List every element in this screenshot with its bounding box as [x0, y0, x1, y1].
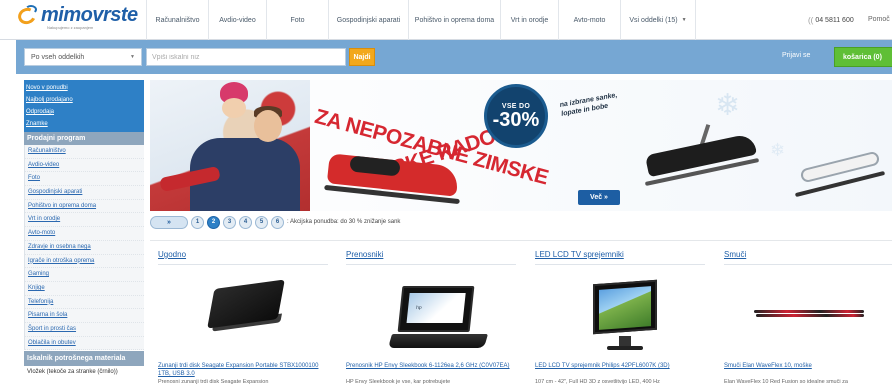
nav-all-departments[interactable]: Vsi oddelki (15) ▼ — [620, 0, 696, 40]
tv-image — [587, 276, 663, 356]
search-button[interactable]: Najdi — [349, 48, 375, 66]
cart-button[interactable]: košarica (0) — [834, 47, 892, 67]
snowflake-icon: ❄ — [715, 89, 741, 122]
sidebar-item[interactable]: Pisarna in šola — [25, 309, 144, 323]
chevron-down-icon: ▼ — [681, 17, 687, 23]
search-input[interactable] — [146, 48, 346, 66]
product-card: Prenosniki hp Prenosnik HP Envy Sleekboo… — [338, 246, 516, 388]
phone-icon: (( — [808, 16, 814, 25]
phone-number: (( 04 5811 600 — [808, 16, 854, 25]
logo-mark-icon — [15, 5, 40, 27]
product-name-link[interactable]: Zunanji trdi disk Seagate Expansion Port… — [158, 362, 326, 378]
product-description: Elan WaveFlex 10 Red Fusion so idealne s… — [724, 379, 848, 385]
nav-avdio-video[interactable]: Avdio-video — [208, 0, 266, 40]
sidebar-promo-new[interactable]: Novo v ponudbi — [24, 82, 144, 94]
slider-dot[interactable]: 5 — [255, 215, 268, 229]
nav-vrt-in-orodje[interactable]: Vrt in orodje — [500, 0, 558, 40]
black-sled-image — [642, 120, 762, 187]
logo-name: mimovrste — [41, 4, 138, 26]
sale-note: na izbrane sanke, lopate in bobe — [559, 91, 618, 118]
product-card: Smuči Smuči Elan WaveFlex 10, moške Elan… — [716, 246, 892, 388]
login-link[interactable]: Prijavi se — [782, 52, 810, 59]
logo-tagline: Nakupujemo z zaupanjem — [47, 25, 94, 30]
sidebar-promo-bestsellers[interactable]: Najbolj prodajano — [24, 94, 144, 106]
skis-image — [754, 310, 864, 320]
sidebar-category-list: Računalništvo Avdio-video Foto Gospodinj… — [24, 145, 144, 351]
snowflake-icon: ❄ — [770, 140, 786, 160]
top-header: mimovrste Nakupujemo z zaupanjem Računal… — [0, 0, 892, 40]
red-sled-image — [318, 152, 468, 205]
sidebar-item[interactable]: Gaming — [25, 268, 144, 282]
sidebar-item[interactable]: Foto — [25, 172, 144, 187]
nav-pohistvo[interactable]: Pohištvo in oprema doma — [408, 0, 500, 40]
chevron-down-icon: ▼ — [130, 54, 135, 60]
product-category-link[interactable]: Prenosniki — [346, 250, 383, 259]
product-image[interactable] — [535, 270, 705, 360]
banner-more-button[interactable]: Več » — [578, 190, 620, 205]
product-description: HP Envy Sleekbook je vse, kar potrebujet… — [346, 379, 451, 385]
slider-controls: » 1 2 3 4 5 6 : Akcijska ponudba: do 30 … — [150, 214, 892, 230]
slider-dot[interactable]: 3 — [223, 215, 236, 229]
sidebar-item[interactable]: Avdio-video — [25, 159, 144, 173]
hard-drive-image — [206, 279, 286, 336]
slider-dot[interactable]: 4 — [239, 215, 252, 229]
sidebar-promo: Novo v ponudbi Najbolj prodajano Odproda… — [24, 80, 144, 132]
sidebar-item[interactable]: Gospodinjski aparati — [25, 186, 144, 200]
product-category-link[interactable]: LED LCD TV sprejemniki — [535, 250, 624, 259]
product-card: LED LCD TV sprejemniki LED LCD TV spreje… — [527, 246, 705, 388]
category-select[interactable]: Po vseh oddelkih ▼ — [24, 48, 142, 66]
sidebar-item[interactable]: Vrt in orodje — [25, 213, 144, 228]
laptop-image: hp — [387, 286, 489, 358]
sidebar-item[interactable]: Zdravje in osebna nega — [25, 241, 144, 255]
white-sled-image — [790, 146, 890, 198]
product-name-link[interactable]: LED LCD TV sprejemnik Philips 42PFL6007K… — [535, 362, 703, 370]
product-description: Prenosni zunanji trdi disk Seagate Expan… — [158, 379, 269, 385]
product-description: 107 cm - 42", Full HD 3D z osvetlitvijo … — [535, 379, 660, 385]
slider-dot[interactable]: 1 — [191, 215, 204, 229]
sidebar-consumables-title: Iskalnik potrošnega materiala — [24, 351, 144, 367]
product-category-link[interactable]: Ugodno — [158, 250, 186, 259]
slider-caption: : Akcijska ponudba: do 30 % znižanje san… — [287, 219, 401, 225]
nav-racunalnistvo[interactable]: Računalništvo — [146, 0, 208, 40]
slider-dot[interactable]: 2 — [207, 215, 220, 229]
sidebar-item[interactable]: Računalništvo — [25, 145, 144, 159]
sidebar-item[interactable]: Pohištvo in oprema doma — [25, 200, 144, 214]
product-name-link[interactable]: Smuči Elan WaveFlex 10, moške — [724, 362, 892, 370]
sidebar-promo-clearance[interactable]: Odprodaja — [24, 106, 144, 118]
product-category-link[interactable]: Smuči — [724, 250, 746, 259]
product-image[interactable] — [158, 270, 328, 360]
sale-badge: VSE DO -30% — [484, 84, 548, 148]
site-logo[interactable]: mimovrste Nakupujemo z zaupanjem — [15, 4, 138, 33]
sidebar-consumables-item[interactable]: Vložek (tekoče za stranke (črnilo)) — [24, 366, 144, 378]
slider-next-button[interactable]: » — [150, 215, 188, 229]
product-name-link[interactable]: Prenosnik HP Envy Sleekbook 6-1126ea 2,6… — [346, 362, 514, 370]
sidebar-item[interactable]: Avto-moto — [25, 227, 144, 241]
sidebar-item[interactable]: Knjige — [25, 282, 144, 296]
nav-gospodinjski-aparati[interactable]: Gospodinjski aparati — [328, 0, 408, 40]
sidebar-promo-brands[interactable]: Znamke — [24, 118, 144, 130]
slider-dot[interactable]: 6 — [271, 215, 284, 229]
main-nav: Računalništvo Avdio-video Foto Gospodinj… — [146, 0, 696, 40]
nav-avto-moto[interactable]: Avto-moto — [558, 0, 620, 40]
sidebar-item[interactable]: Igrače in otroška oprema — [25, 255, 144, 269]
banner-photo — [150, 80, 310, 211]
product-card: Ugodno Zunanji trdi disk Seagate Expansi… — [150, 246, 328, 388]
promo-banner[interactable]: ❄ ❄ ❄ ZA NEPOZABNE ZIMSKE SKE RADOSTI! V… — [150, 80, 892, 211]
nav-foto[interactable]: Foto — [266, 0, 328, 40]
product-image[interactable] — [724, 270, 892, 360]
divider — [150, 240, 892, 241]
sidebar-item[interactable]: Oblačila in obutev — [25, 337, 144, 351]
sidebar: Novo v ponudbi Najbolj prodajano Odproda… — [24, 80, 144, 388]
sidebar-section-title: Prodajni program — [24, 132, 144, 145]
featured-products: Ugodno Zunanji trdi disk Seagate Expansi… — [150, 246, 892, 388]
help-link[interactable]: Pomoč — [868, 16, 890, 23]
sidebar-item[interactable]: Telefonija — [25, 296, 144, 310]
sidebar-item[interactable]: Šport in prosti čas — [25, 323, 144, 337]
search-bar: Po vseh oddelkih ▼ Najdi Prijavi se koša… — [16, 40, 892, 74]
product-image[interactable]: hp — [346, 270, 516, 360]
